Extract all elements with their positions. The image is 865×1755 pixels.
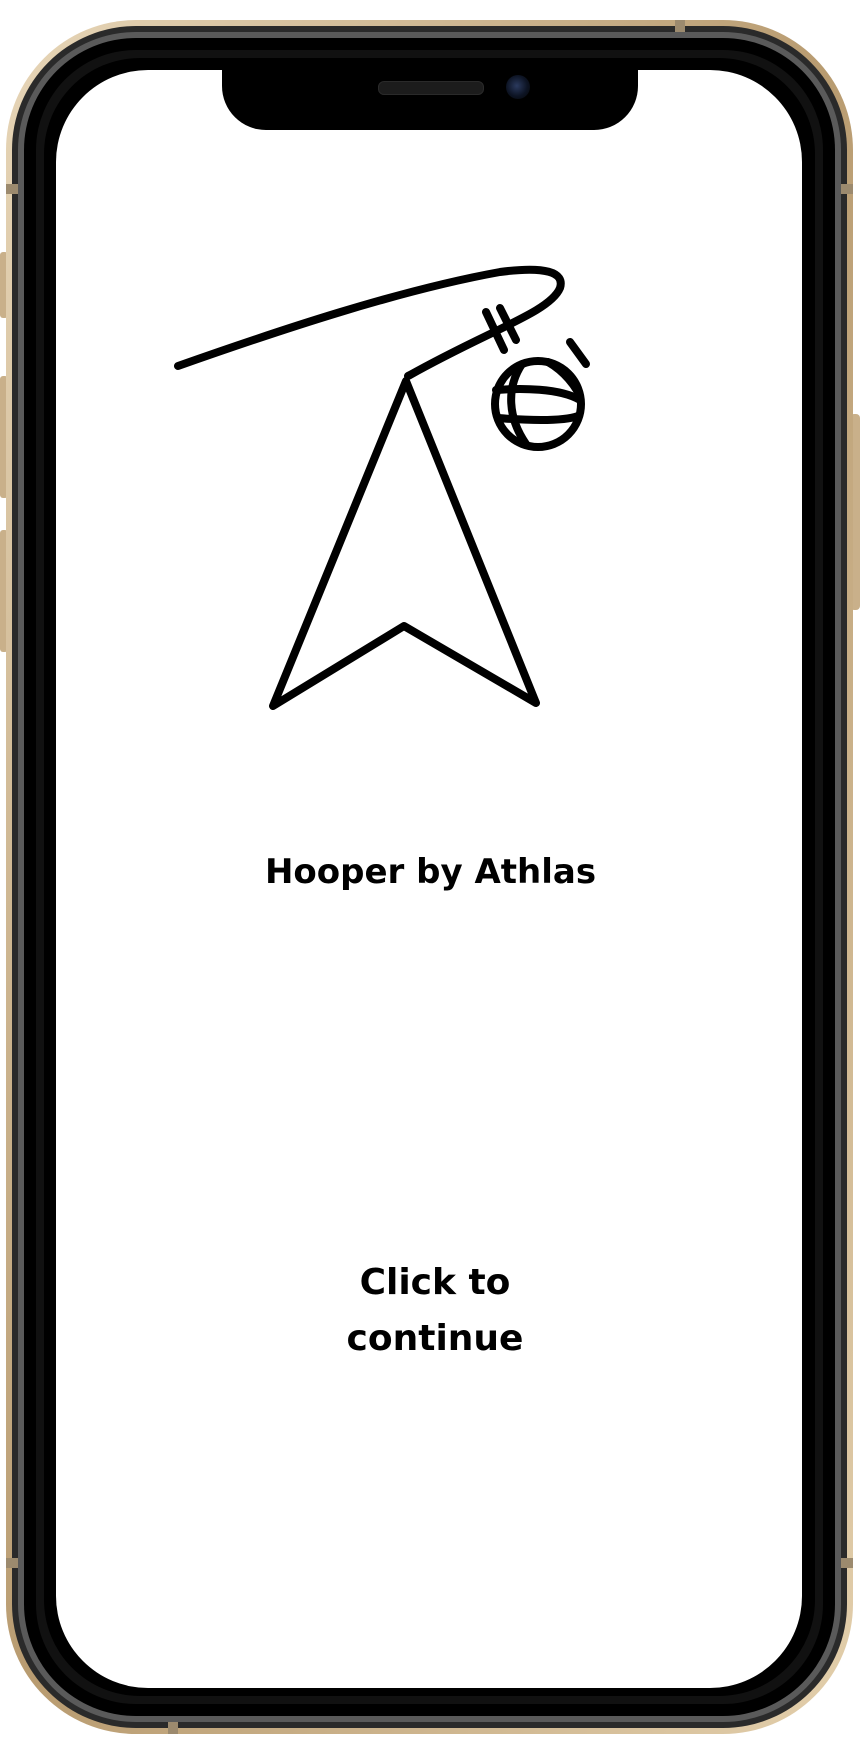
app-title: Hooper by Athlas <box>264 852 597 892</box>
front-camera-icon <box>506 75 530 99</box>
arrow-outline <box>269 377 540 710</box>
continue-button[interactable]: Click to continue <box>270 1255 600 1359</box>
basketball-seam-3 <box>507 360 530 448</box>
device-notch <box>222 60 638 130</box>
motion-line <box>566 338 590 368</box>
device-canvas: Hooper by Athlas Click to continue <box>0 0 865 1755</box>
basketball-arrow-logo-icon <box>174 265 590 710</box>
speaker-grille <box>378 81 484 95</box>
